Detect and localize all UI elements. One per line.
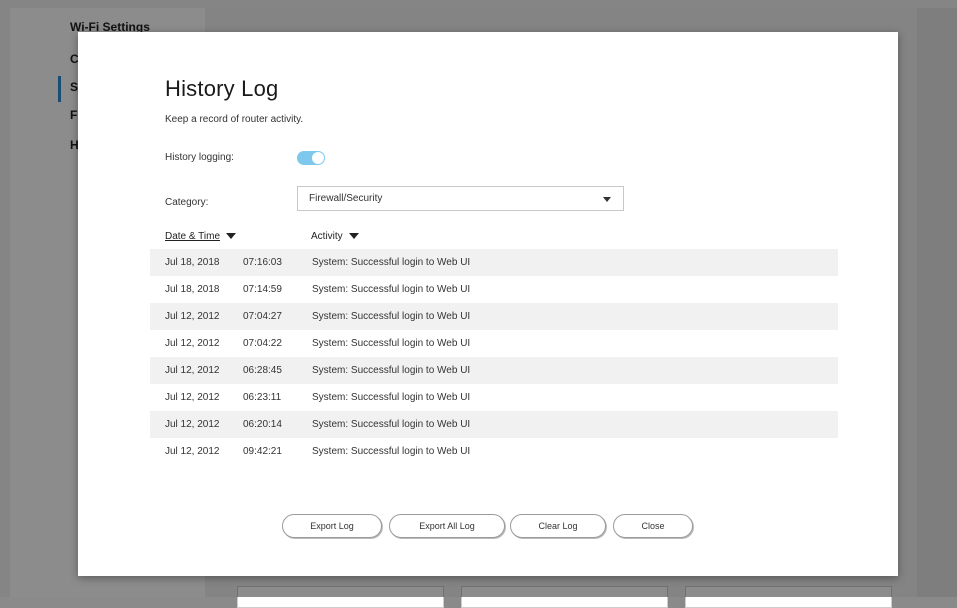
history-log-table: Jul 18, 2018 07:16:03 System: Successful… <box>150 249 838 465</box>
row-date: Jul 12, 2012 <box>165 311 220 322</box>
row-date: Jul 12, 2012 <box>165 338 220 349</box>
row-time: 07:04:22 <box>243 338 282 349</box>
row-time: 06:20:14 <box>243 419 282 430</box>
column-header-date-time[interactable]: Date & Time <box>165 231 237 242</box>
row-activity: System: Successful login to Web UI <box>312 311 471 322</box>
sort-down-icon <box>348 233 359 240</box>
row-activity: System: Successful login to Web UI <box>312 365 471 376</box>
row-date: Jul 12, 2012 <box>165 419 220 430</box>
row-activity: System: Successful login to Web UI <box>312 257 471 268</box>
row-time: 07:14:59 <box>243 284 282 295</box>
close-button[interactable]: Close <box>613 514 693 538</box>
row-activity: System: Successful login to Web UI <box>312 419 471 430</box>
row-date: Jul 18, 2018 <box>165 284 220 295</box>
category-selected-value: Firewall/Security <box>309 193 383 204</box>
table-row: Jul 12, 2012 07:04:22 System: Successful… <box>150 330 838 357</box>
row-activity: System: Successful login to Web UI <box>312 284 471 295</box>
history-log-dialog: History Log Keep a record of router acti… <box>78 32 898 576</box>
row-time: 09:42:21 <box>243 446 282 457</box>
row-activity: System: Successful login to Web UI <box>312 446 471 457</box>
table-row: Jul 12, 2012 09:42:21 System: Successful… <box>150 438 838 465</box>
column-header-activity[interactable]: Activity <box>311 231 359 242</box>
export-log-button[interactable]: Export Log <box>282 514 382 538</box>
history-logging-toggle[interactable] <box>297 151 325 165</box>
chevron-down-icon <box>603 197 611 202</box>
row-time: 06:28:45 <box>243 365 282 376</box>
toggle-knob <box>312 152 324 164</box>
column-header-activity-label: Activity <box>311 231 343 242</box>
sort-down-icon <box>226 233 237 240</box>
clear-log-button[interactable]: Clear Log <box>510 514 606 538</box>
row-date: Jul 18, 2018 <box>165 257 220 268</box>
row-activity: System: Successful login to Web UI <box>312 338 471 349</box>
row-time: 07:16:03 <box>243 257 282 268</box>
export-all-log-button[interactable]: Export All Log <box>389 514 505 538</box>
row-time: 07:04:27 <box>243 311 282 322</box>
dialog-subtitle: Keep a record of router activity. <box>165 114 304 125</box>
row-activity: System: Successful login to Web UI <box>312 392 471 403</box>
table-row: Jul 12, 2012 06:23:11 System: Successful… <box>150 384 838 411</box>
row-time: 06:23:11 <box>243 392 282 403</box>
category-select[interactable]: Firewall/Security <box>297 186 624 211</box>
table-row: Jul 12, 2012 06:20:14 System: Successful… <box>150 411 838 438</box>
row-date: Jul 12, 2012 <box>165 446 220 457</box>
row-date: Jul 12, 2012 <box>165 365 220 376</box>
column-header-date-time-label: Date & Time <box>165 231 221 242</box>
table-row: Jul 12, 2012 07:04:27 System: Successful… <box>150 303 838 330</box>
row-date: Jul 12, 2012 <box>165 392 220 403</box>
history-logging-label: History logging: <box>165 152 234 163</box>
table-row: Jul 18, 2018 07:16:03 System: Successful… <box>150 249 838 276</box>
dialog-title: History Log <box>165 76 279 101</box>
table-row: Jul 12, 2012 06:28:45 System: Successful… <box>150 357 838 384</box>
table-row: Jul 18, 2018 07:14:59 System: Successful… <box>150 276 838 303</box>
category-label: Category: <box>165 197 209 208</box>
